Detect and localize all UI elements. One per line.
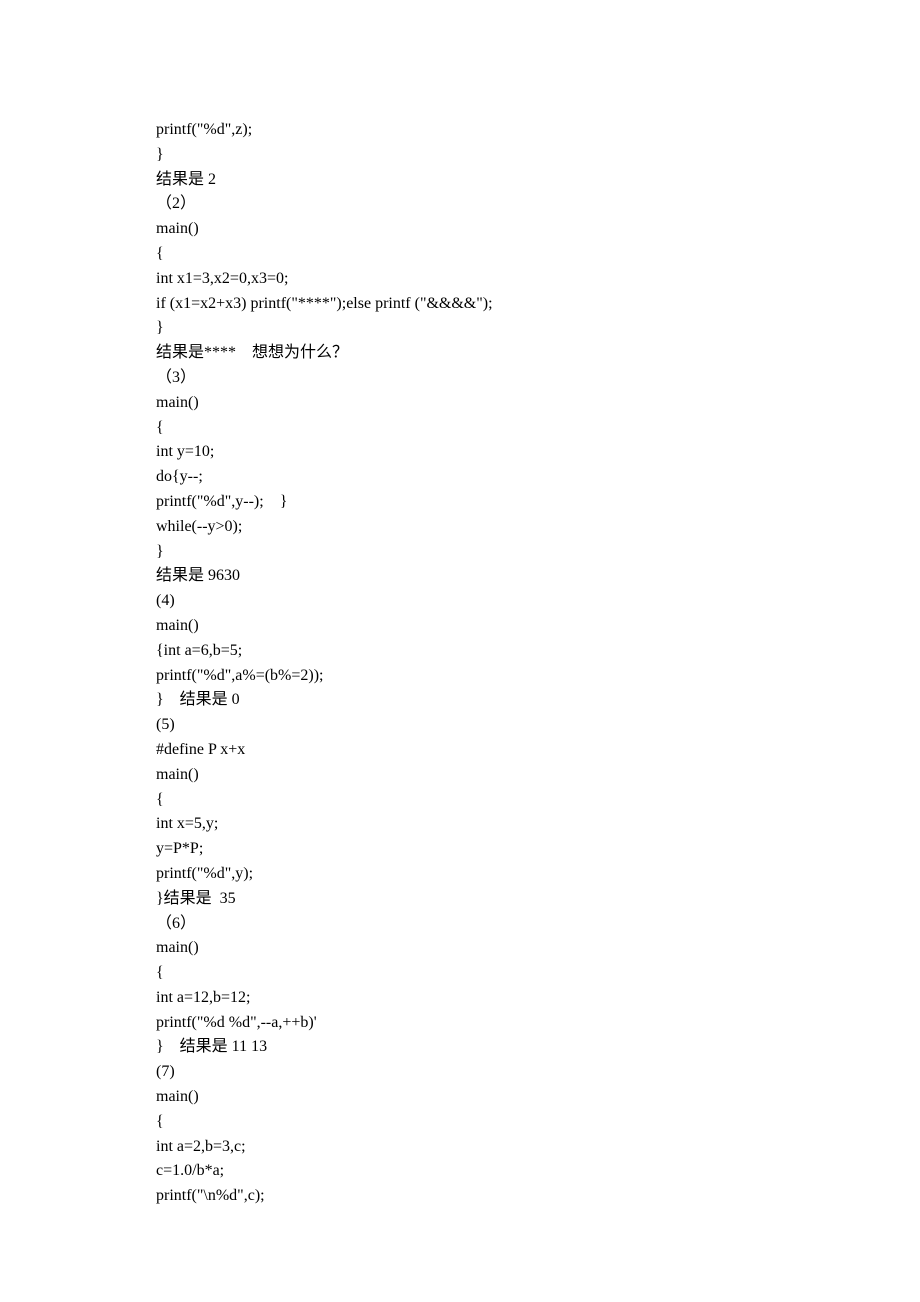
- code-line: y=P*P;: [156, 837, 920, 862]
- code-line: int x=5,y;: [156, 812, 920, 837]
- code-line: } 结果是 0: [156, 688, 920, 713]
- code-line: printf("%d",z);: [156, 118, 920, 143]
- code-line: main(): [156, 936, 920, 961]
- code-line: （2）: [156, 192, 920, 217]
- code-line: }结果是 35: [156, 887, 920, 912]
- code-line: 结果是 2: [156, 168, 920, 193]
- code-line: {: [156, 1110, 920, 1135]
- code-line: (5): [156, 713, 920, 738]
- code-line: printf("%d",y--); }: [156, 490, 920, 515]
- code-line: #define P x+x: [156, 738, 920, 763]
- code-line: 结果是**** 想想为什么？: [156, 341, 920, 366]
- code-line: printf("%d",a%=(b%=2));: [156, 664, 920, 689]
- code-line: main(): [156, 763, 920, 788]
- code-line: } 结果是 11 13: [156, 1035, 920, 1060]
- code-line: {: [156, 788, 920, 813]
- code-line: {int a=6,b=5;: [156, 639, 920, 664]
- code-line: main(): [156, 217, 920, 242]
- code-line: printf("\n%d",c);: [156, 1184, 920, 1209]
- code-line: main(): [156, 1085, 920, 1110]
- code-line: printf("%d %d",--a,++b)': [156, 1011, 920, 1036]
- code-line: （6）: [156, 912, 920, 937]
- code-line: {: [156, 242, 920, 267]
- code-line: int y=10;: [156, 440, 920, 465]
- code-line: main(): [156, 614, 920, 639]
- code-line: {: [156, 416, 920, 441]
- code-line: int a=2,b=3,c;: [156, 1135, 920, 1160]
- code-line: （3）: [156, 366, 920, 391]
- code-line: printf("%d",y);: [156, 862, 920, 887]
- document-page: printf("%d",z); } 结果是 2 （2） main() { int…: [0, 0, 920, 1302]
- code-line: (4): [156, 589, 920, 614]
- code-line: main(): [156, 391, 920, 416]
- code-line: }: [156, 540, 920, 565]
- code-line: do{y--;: [156, 465, 920, 490]
- code-line: while(--y>0);: [156, 515, 920, 540]
- code-line: int x1=3,x2=0,x3=0;: [156, 267, 920, 292]
- code-line: c=1.0/b*a;: [156, 1159, 920, 1184]
- code-line: int a=12,b=12;: [156, 986, 920, 1011]
- code-line: (7): [156, 1060, 920, 1085]
- code-line: }: [156, 316, 920, 341]
- code-line: }: [156, 143, 920, 168]
- code-line: if (x1=x2+x3) printf("****");else printf…: [156, 292, 920, 317]
- code-line: {: [156, 961, 920, 986]
- code-line: 结果是 9630: [156, 564, 920, 589]
